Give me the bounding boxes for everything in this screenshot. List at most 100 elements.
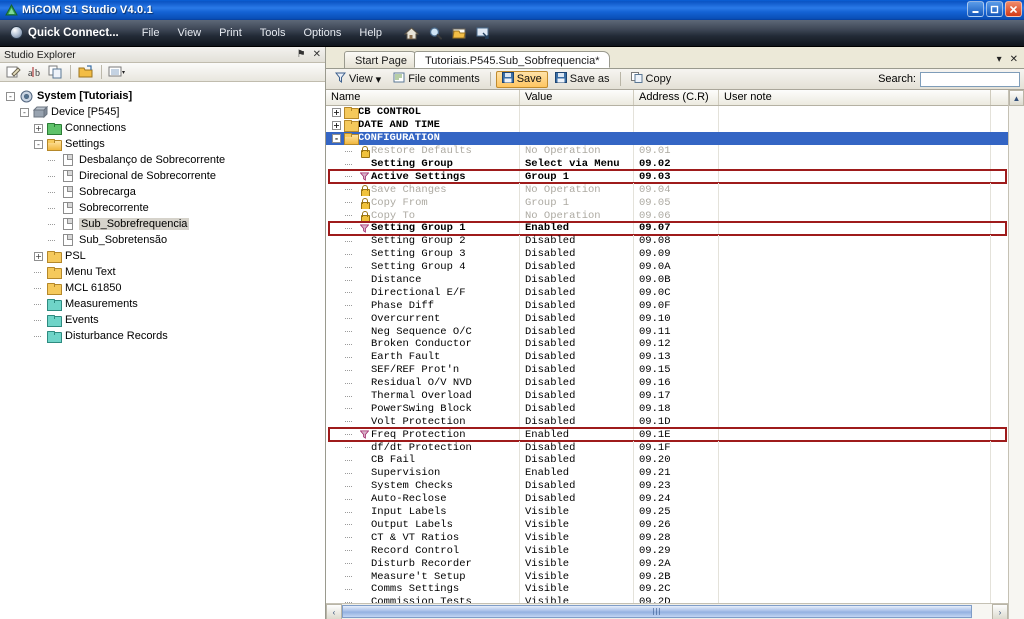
- table-row[interactable]: Copy From Group 1 09.05: [326, 196, 1008, 210]
- tree-item-mcl-61850[interactable]: MCL 61850: [6, 280, 325, 296]
- cell-value[interactable]: Group 1: [520, 196, 634, 210]
- column-header-name[interactable]: Name: [326, 90, 520, 105]
- cell-value[interactable]: Disabled: [520, 479, 634, 493]
- menu-options[interactable]: Options: [294, 23, 350, 43]
- table-row[interactable]: System Checks Disabled 09.23: [326, 479, 1008, 493]
- cell-value[interactable]: Disabled: [520, 389, 634, 403]
- cell-user-note[interactable]: [719, 131, 991, 145]
- table-row[interactable]: Disturb Recorder Visible 09.2A: [326, 557, 1008, 571]
- cell-user-note[interactable]: [719, 402, 991, 416]
- cell-user-note[interactable]: [719, 260, 991, 274]
- chevron-down-icon[interactable]: ▾: [376, 73, 382, 86]
- cell-value[interactable]: Visible: [520, 531, 634, 545]
- cell-value[interactable]: Visible: [520, 557, 634, 571]
- tree-collapse-icon[interactable]: -: [20, 107, 29, 117]
- tree-item-connections[interactable]: + Connections: [6, 120, 325, 136]
- tree-item-sub-sobrefrequencia[interactable]: Sub_Sobrefrequencia: [6, 216, 325, 232]
- cell-value[interactable]: Disabled: [520, 338, 634, 351]
- cell-value[interactable]: Visible: [520, 595, 634, 603]
- cell-user-note[interactable]: [719, 157, 991, 171]
- pin-icon[interactable]: ⚑: [297, 49, 306, 60]
- hscroll-right-button[interactable]: ›: [992, 604, 1008, 619]
- table-row[interactable]: df/dt Protection Disabled 09.1F: [326, 441, 1008, 455]
- cell-value[interactable]: Disabled: [520, 286, 634, 300]
- tab-settings-file[interactable]: Tutoriais.P545.Sub_Sobfrequencia*: [413, 51, 611, 68]
- quick-connect-button[interactable]: Quick Connect...: [4, 24, 127, 42]
- tree-item-menu-text[interactable]: Menu Text: [6, 264, 325, 280]
- table-row[interactable]: Setting Group 2 Disabled 09.08: [326, 234, 1008, 248]
- cell-value[interactable]: No Operation: [520, 144, 634, 158]
- table-row[interactable]: - CONFIGURATION: [326, 131, 1008, 145]
- cell-user-note[interactable]: [719, 209, 991, 223]
- tree-expand-icon[interactable]: +: [34, 251, 43, 261]
- tree-item-measurements[interactable]: Measurements: [6, 296, 325, 312]
- table-row[interactable]: Save Changes No Operation 09.04: [326, 183, 1008, 197]
- cell-value[interactable]: [520, 106, 634, 119]
- cell-value[interactable]: Disabled: [520, 492, 634, 506]
- copy-button[interactable]: Copy: [626, 71, 677, 88]
- table-row[interactable]: Record Control Visible 09.29: [326, 544, 1008, 558]
- cell-user-note[interactable]: [719, 441, 991, 455]
- cell-user-note[interactable]: [719, 312, 991, 326]
- tab-close-icon[interactable]: ✕: [1010, 54, 1018, 65]
- cell-value[interactable]: Group 1: [520, 170, 634, 184]
- hscroll-thumb[interactable]: [342, 605, 972, 618]
- copy-icon[interactable]: [46, 64, 64, 80]
- send-to-device-icon[interactable]: [475, 25, 492, 42]
- table-row[interactable]: Measure't Setup Visible 09.2B: [326, 570, 1008, 583]
- cell-value[interactable]: Enabled: [520, 222, 634, 235]
- cell-value[interactable]: Disabled: [520, 415, 634, 429]
- table-row[interactable]: Setting Group 1 Enabled 09.07: [326, 221, 1008, 236]
- tree-item-device-p545[interactable]: - Device [P545]: [6, 104, 325, 120]
- cell-user-note[interactable]: [719, 531, 991, 545]
- table-row[interactable]: Auto-Reclose Disabled 09.24: [326, 492, 1008, 506]
- table-row[interactable]: Restore Defaults No Operation 09.01: [326, 144, 1008, 158]
- vscroll-track[interactable]: [1009, 106, 1024, 619]
- cell-value[interactable]: [520, 118, 634, 132]
- cell-user-note[interactable]: [719, 505, 991, 519]
- cell-user-note[interactable]: [719, 376, 991, 390]
- cell-user-note[interactable]: [719, 247, 991, 261]
- tree-item-desbalan-o-de-sobrecorrente[interactable]: Desbalanço de Sobrecorrente: [6, 152, 325, 168]
- cell-value[interactable]: Disabled: [520, 376, 634, 390]
- row-expand-icon[interactable]: +: [332, 107, 341, 117]
- table-row[interactable]: Freq Protection Enabled 09.1E: [326, 427, 1008, 443]
- table-row[interactable]: Setting Group Select via Menu 09.02: [326, 157, 1008, 171]
- cell-user-note[interactable]: [719, 273, 991, 287]
- table-row[interactable]: Commission Tests Visible 09.2D: [326, 595, 1008, 603]
- cell-value[interactable]: Disabled: [520, 363, 634, 377]
- tree-item-sobrecorrente[interactable]: Sobrecorrente: [6, 200, 325, 216]
- cell-value[interactable]: Select via Menu: [520, 157, 634, 171]
- table-row[interactable]: Distance Disabled 09.0B: [326, 273, 1008, 287]
- tree-item-system-tutoriais[interactable]: - System [Tutoriais]: [6, 88, 325, 104]
- table-row[interactable]: Input Labels Visible 09.25: [326, 505, 1008, 519]
- cell-value[interactable]: Enabled: [520, 428, 634, 442]
- cell-user-note[interactable]: [719, 363, 991, 377]
- cell-value[interactable]: Disabled: [520, 312, 634, 326]
- tab-start-page[interactable]: Start Page: [344, 51, 418, 68]
- cell-user-note[interactable]: [719, 454, 991, 467]
- home-icon[interactable]: [403, 25, 420, 42]
- tab-dropdown-icon[interactable]: ▾: [997, 54, 1002, 65]
- table-row[interactable]: Earth Fault Disabled 09.13: [326, 350, 1008, 364]
- table-row[interactable]: Setting Group 3 Disabled 09.09: [326, 247, 1008, 261]
- new-folder-icon[interactable]: [77, 64, 95, 80]
- table-row[interactable]: SEF/REF Prot'n Disabled 09.15: [326, 363, 1008, 377]
- rename-icon[interactable]: a b: [25, 64, 43, 80]
- cell-value[interactable]: Disabled: [520, 260, 634, 274]
- table-row[interactable]: Active Settings Group 1 09.03: [326, 169, 1008, 185]
- menu-help[interactable]: Help: [350, 23, 391, 43]
- menu-view[interactable]: View: [168, 23, 210, 43]
- table-row[interactable]: Copy To No Operation 09.06: [326, 209, 1008, 223]
- row-expand-icon[interactable]: +: [332, 120, 341, 130]
- row-collapse-icon[interactable]: -: [332, 133, 341, 143]
- cell-value[interactable]: Disabled: [520, 402, 634, 416]
- column-header-user-note[interactable]: User note: [719, 90, 991, 105]
- minimize-button[interactable]: [967, 1, 984, 17]
- cell-user-note[interactable]: [719, 183, 991, 197]
- menu-print[interactable]: Print: [210, 23, 251, 43]
- cell-user-note[interactable]: [719, 325, 991, 339]
- hscroll-left-button[interactable]: ‹: [326, 604, 342, 619]
- column-header-value[interactable]: Value: [520, 90, 634, 105]
- cell-value[interactable]: [520, 131, 634, 145]
